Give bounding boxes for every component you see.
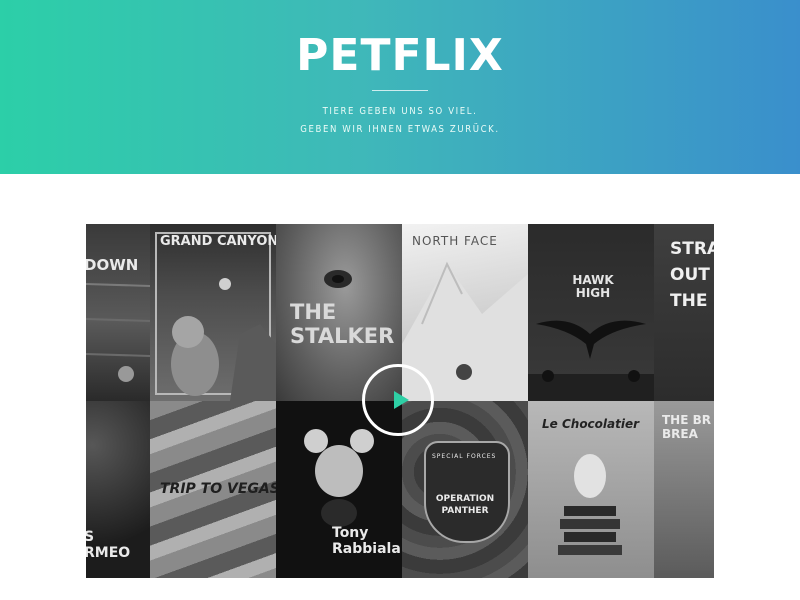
poster-title: HAWK HIGH [572, 273, 614, 300]
hero-banner: PETFLIX TIERE GEBEN UNS SO VIEL. GEBEN W… [0, 0, 800, 174]
poster-tile: Le Chocolatier [528, 401, 654, 578]
poster-title: TRIP TO VEGAS [160, 481, 276, 497]
canyon-illustration [171, 278, 276, 401]
tagline-line-1: TIERE GEBEN UNS SO VIEL. [322, 106, 478, 117]
poster-title: Tony Rabbiala [332, 525, 401, 557]
poster-tile: STRAIGHT OUT THE [654, 224, 714, 401]
poster-tile: GRAND CANYON [150, 224, 276, 401]
poster-title: Le Chocolatier [542, 417, 640, 431]
poster-title: NORTH FACE [412, 234, 498, 248]
poster-title: THE STALKER [290, 300, 395, 348]
poster-tile: HAWK HIGH [528, 224, 654, 401]
poster-tile: S RMEO [86, 401, 150, 578]
poster-subtitle: OPERATION PANTHER [435, 494, 495, 516]
logo-divider [372, 90, 428, 91]
petflix-logo[interactable]: PETFLIX [0, 28, 800, 84]
poster-tile: THE BR BREA [654, 401, 714, 578]
tagline-line-2: GEBEN WIR IHNEN ETWAS ZURÜCK. [300, 124, 500, 135]
play-button[interactable] [362, 364, 434, 436]
field-lines [86, 283, 150, 382]
poster-tile: TRIP TO VEGAS [150, 401, 276, 578]
poster-tile: DOWN [86, 224, 150, 401]
play-icon [394, 391, 409, 409]
poster-title: GRAND CANYON [160, 234, 276, 249]
poster-title: STRAIGHT OUT THE [670, 239, 714, 311]
poster-title: DOWN [86, 256, 139, 274]
poster-title: S RMEO [86, 529, 131, 561]
eagle-illustration [528, 320, 654, 401]
poster-title: THE BR BREA [662, 413, 711, 441]
poster-title: SPECIAL FORCES [432, 453, 497, 460]
